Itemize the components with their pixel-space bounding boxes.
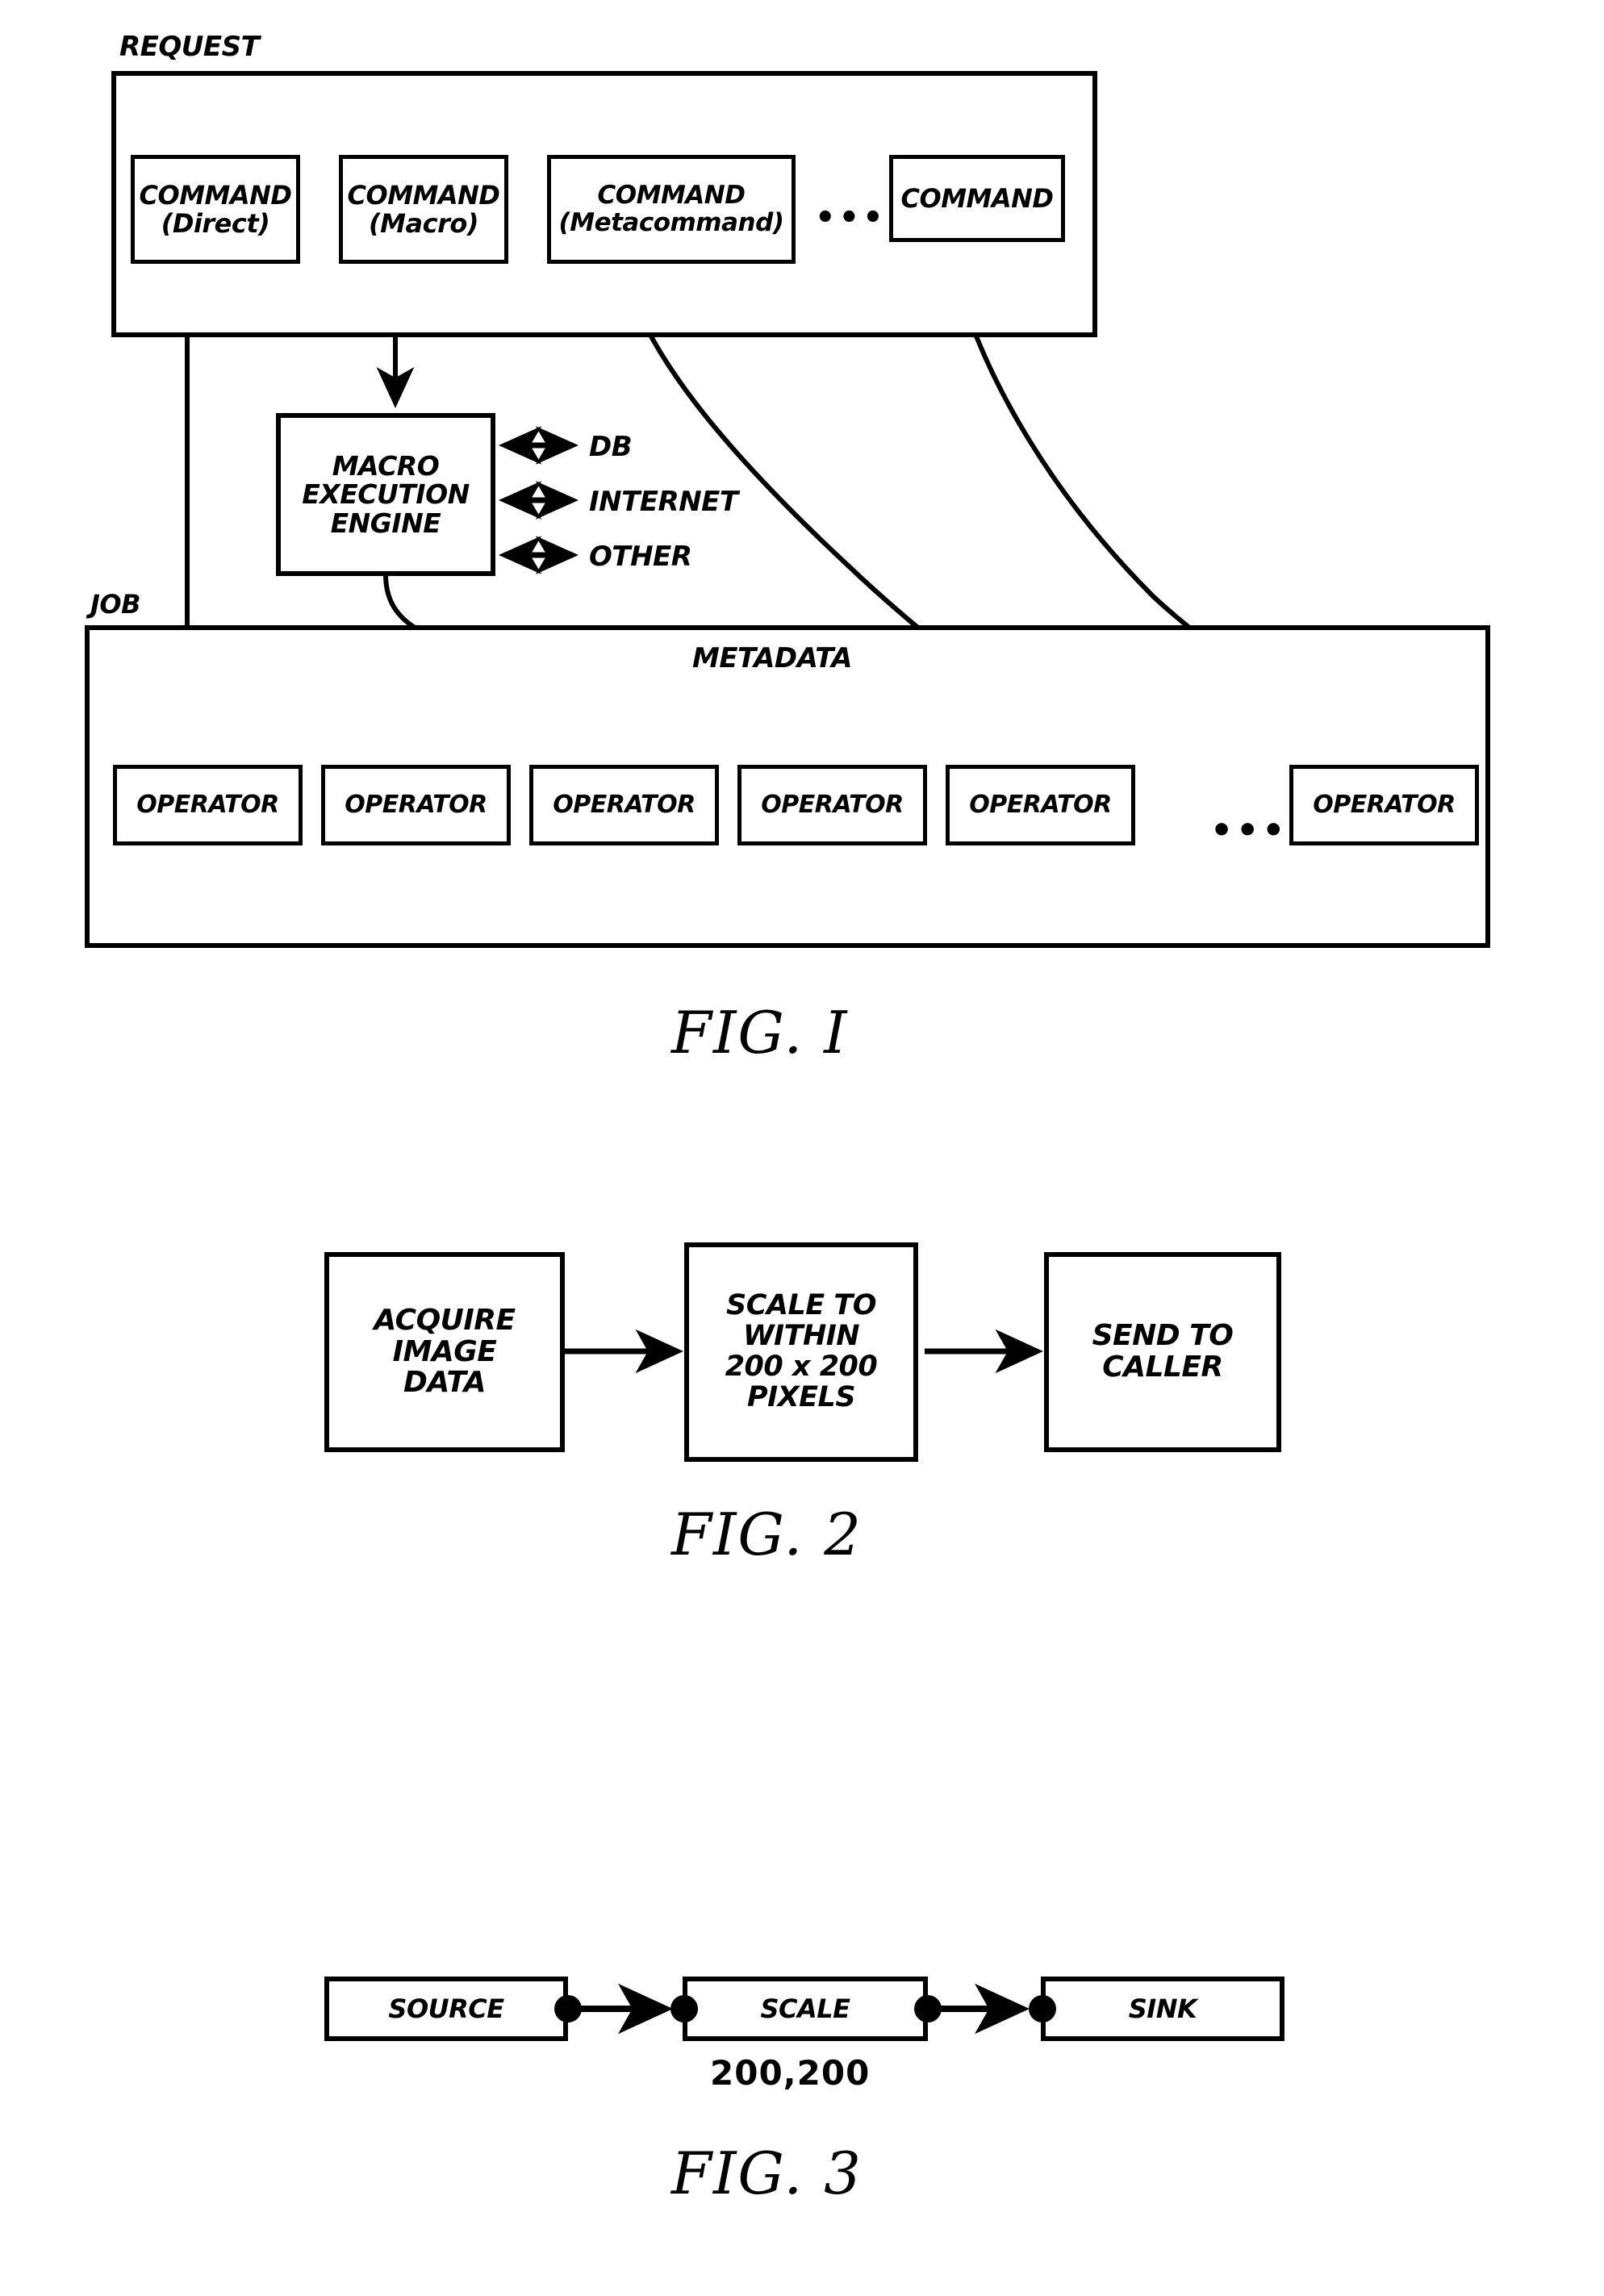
- operator-label: OPERATOR: [969, 790, 1112, 819]
- figure-1-caption: FIG. I: [671, 999, 849, 1067]
- engine-channel-other: OTHER: [589, 541, 692, 573]
- fig3-port-source-out: [554, 1995, 582, 2023]
- job-label: JOB: [90, 589, 141, 620]
- command-box-generic[interactable]: COMMAND: [889, 155, 1065, 242]
- command-row-ellipsis: •••: [815, 199, 887, 236]
- fig3-node-label: SINK: [1128, 1993, 1197, 2024]
- fig3-node-source[interactable]: SOURCE: [324, 1977, 568, 2041]
- engine-channel-db: DB: [589, 431, 633, 463]
- operator-box-6[interactable]: OPERATOR: [1289, 765, 1479, 845]
- fig3-node-label: SCALE: [760, 1993, 850, 2024]
- operator-row-ellipsis: •••: [1210, 810, 1289, 851]
- operator-box-2[interactable]: OPERATOR: [321, 765, 511, 845]
- macro-execution-engine-box[interactable]: MACRO EXECUTION ENGINE: [276, 413, 495, 576]
- engine-channel-arrows: [499, 426, 579, 574]
- command-box-macro[interactable]: COMMAND (Macro): [339, 155, 508, 264]
- figure-3-caption: FIG. 3: [671, 2139, 863, 2207]
- fig2-step-label: ACQUIRE IMAGE DATA: [374, 1303, 516, 1400]
- operator-label: OPERATOR: [345, 790, 487, 819]
- macro-execution-engine-label: MACRO EXECUTION ENGINE: [302, 449, 470, 539]
- fig3-node-label: SOURCE: [388, 1993, 504, 2024]
- fig2-step-label: SEND TO CALLER: [1092, 1319, 1234, 1384]
- command-box-direct[interactable]: COMMAND (Direct): [131, 155, 300, 264]
- operator-label: OPERATOR: [553, 790, 695, 819]
- operator-label: OPERATOR: [136, 790, 279, 819]
- figure-2-caption: FIG. 2: [671, 1501, 863, 1568]
- command-macro-label: COMMAND (Macro): [347, 179, 500, 239]
- fig2-step-scale-to-within[interactable]: SCALE TO WITHIN 200 x 200 PIXELS: [684, 1242, 918, 1462]
- command-direct-label: COMMAND (Direct): [139, 179, 292, 239]
- fig3-port-scale-out: [914, 1995, 942, 2023]
- command-metacommand-label: COMMAND (Metacommand): [558, 181, 784, 237]
- fig3-node-sink[interactable]: SINK: [1041, 1977, 1284, 2041]
- connector-layer: [87, 257, 1488, 2035]
- request-label: REQUEST: [119, 31, 260, 63]
- fig3-node-scale[interactable]: SCALE: [683, 1977, 928, 2041]
- command-generic-label: COMMAND: [900, 182, 1054, 214]
- operator-box-5[interactable]: OPERATOR: [946, 765, 1135, 845]
- fig2-step-send-to-caller[interactable]: SEND TO CALLER: [1044, 1252, 1281, 1452]
- metadata-label: METADATA: [692, 642, 853, 674]
- fig2-step-acquire-image-data[interactable]: ACQUIRE IMAGE DATA: [324, 1252, 565, 1452]
- operator-label: OPERATOR: [1313, 790, 1456, 819]
- command-box-metacommand[interactable]: COMMAND (Metacommand): [547, 155, 796, 264]
- fig3-port-scale-in: [670, 1995, 698, 2023]
- operator-box-3[interactable]: OPERATOR: [529, 765, 719, 845]
- fig2-step-label: SCALE TO WITHIN 200 x 200 PIXELS: [725, 1289, 878, 1413]
- patent-drawing-sheet: REQUEST COMMAND (Direct) COMMAND (Macro) C…: [0, 0, 1604, 2296]
- operator-label: OPERATOR: [761, 790, 904, 819]
- engine-channel-internet: INTERNET: [589, 486, 738, 518]
- fig3-scale-parameter: 200,200: [710, 2053, 871, 2093]
- operator-box-4[interactable]: OPERATOR: [737, 765, 927, 845]
- fig3-port-sink-in: [1029, 1995, 1056, 2023]
- operator-box-1[interactable]: OPERATOR: [113, 765, 303, 845]
